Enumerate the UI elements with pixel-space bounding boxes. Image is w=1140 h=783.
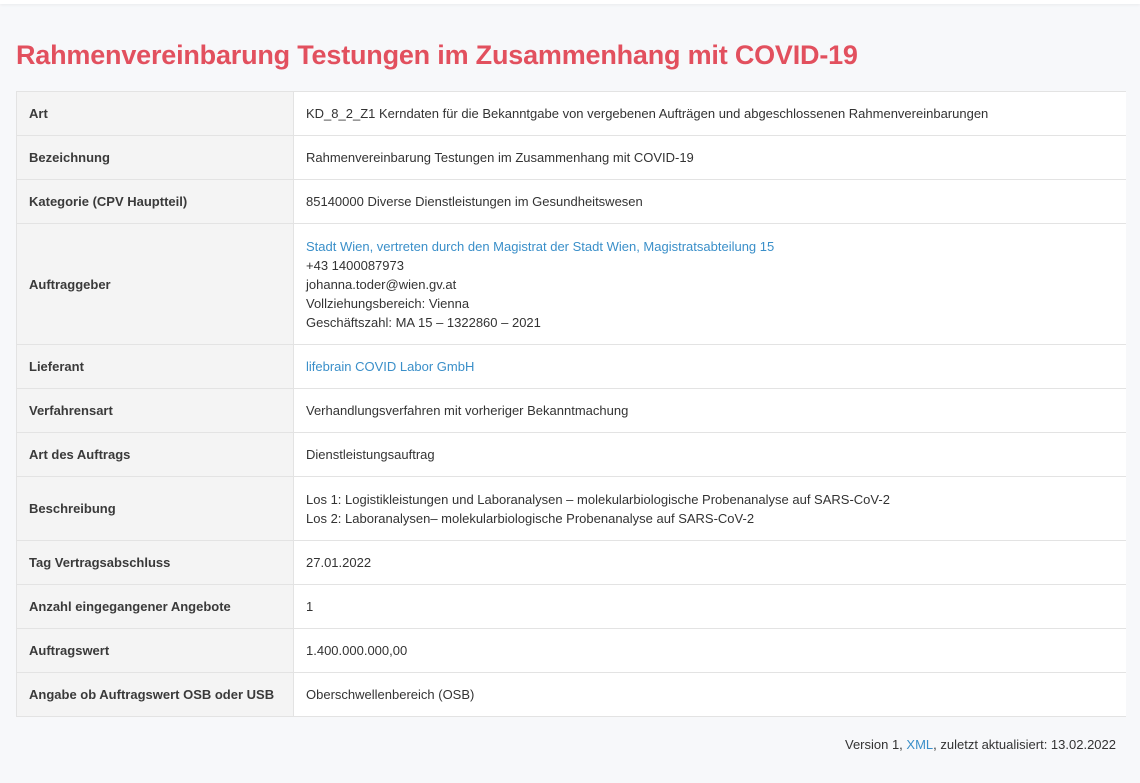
table-row-tag: Tag Vertragsabschluss 27.01.2022: [16, 540, 1126, 585]
row-label: Lieferant: [16, 344, 294, 389]
auftraggeber-details: Stadt Wien, vertreten durch den Magistra…: [293, 223, 1126, 345]
row-value: lifebrain COVID Labor GmbH: [293, 344, 1126, 389]
auftraggeber-phone: +43 1400087973: [306, 257, 404, 273]
table-row-osb: Angabe ob Auftragswert OSB oder USB Ober…: [16, 672, 1126, 717]
row-value: Rahmenvereinbarung Testungen im Zusammen…: [293, 135, 1126, 180]
table-row-angebote: Anzahl eingegangener Angebote 1: [16, 584, 1126, 629]
row-label: Tag Vertragsabschluss: [16, 540, 294, 585]
row-label: Anzahl eingegangener Angebote: [16, 584, 294, 629]
row-value: Oberschwellenbereich (OSB): [293, 672, 1126, 717]
row-label: Art des Auftrags: [16, 432, 294, 477]
row-value: 1: [293, 584, 1126, 629]
table-row-kategorie: Kategorie (CPV Hauptteil) 85140000 Diver…: [16, 179, 1126, 224]
beschreibung-line: Los 2: Laboranalysen– molekularbiologisc…: [306, 510, 755, 526]
details-table: Art KD_8_2_Z1 Kerndaten für die Bekanntg…: [16, 91, 1126, 717]
table-row-bezeichnung: Bezeichnung Rahmenvereinbarung Testungen…: [16, 135, 1126, 180]
table-row-auftraggeber: Auftraggeber Stadt Wien, vertreten durch…: [16, 223, 1126, 345]
row-value: 85140000 Diverse Dienstleistungen im Ges…: [293, 179, 1126, 224]
beschreibung-line: Los 1: Logistikleistungen und Laboranaly…: [306, 491, 890, 507]
row-label: Auftragswert: [16, 628, 294, 673]
table-row-auftragswert: Auftragswert 1.400.000.000,00: [16, 628, 1126, 673]
row-label: Beschreibung: [16, 476, 294, 541]
top-bar: [0, 0, 1140, 4]
row-value: Verhandlungsverfahren mit vorheriger Bek…: [293, 388, 1126, 433]
row-value: 27.01.2022: [293, 540, 1126, 585]
lieferant-link[interactable]: lifebrain COVID Labor GmbH: [306, 359, 474, 374]
row-label: Auftraggeber: [16, 223, 294, 345]
table-row-art: Art KD_8_2_Z1 Kerndaten für die Bekanntg…: [16, 91, 1126, 136]
row-label: Art: [16, 91, 294, 136]
row-value: Dienstleistungsauftrag: [293, 432, 1126, 477]
version-footer: Version 1, XML, zuletzt aktualisiert: 13…: [845, 737, 1116, 752]
row-label: Kategorie (CPV Hauptteil): [16, 179, 294, 224]
page-title: Rahmenvereinbarung Testungen im Zusammen…: [16, 40, 858, 70]
footer-prefix: Version 1,: [844, 737, 907, 752]
row-label: Verfahrensart: [16, 388, 294, 433]
auftraggeber-email: johanna.toder@wien.gv.at: [306, 276, 457, 292]
auftraggeber-bereich: Vollziehungsbereich: Vienna: [306, 295, 470, 311]
row-label: Angabe ob Auftragswert OSB oder USB: [16, 672, 294, 717]
row-value: KD_8_2_Z1 Kerndaten für die Bekanntgabe …: [293, 91, 1126, 136]
row-value: 1.400.000.000,00: [293, 628, 1126, 673]
footer-suffix: , zuletzt aktualisiert: 13.02.2022: [933, 737, 1116, 752]
auftraggeber-geschaeftszahl: Geschäftszahl: MA 15 – 1322860 – 2021: [306, 314, 541, 330]
xml-link[interactable]: XML: [906, 737, 933, 752]
row-label: Bezeichnung: [16, 135, 294, 180]
table-row-art-auftrag: Art des Auftrags Dienstleistungsauftrag: [16, 432, 1126, 477]
beschreibung-details: Los 1: Logistikleistungen und Laboranaly…: [293, 476, 1126, 541]
table-row-verfahrensart: Verfahrensart Verhandlungsverfahren mit …: [16, 388, 1126, 433]
table-row-lieferant: Lieferant lifebrain COVID Labor GmbH: [16, 344, 1126, 389]
auftraggeber-link[interactable]: Stadt Wien, vertreten durch den Magistra…: [306, 239, 774, 254]
table-row-beschreibung: Beschreibung Los 1: Logistikleistungen u…: [16, 476, 1126, 541]
